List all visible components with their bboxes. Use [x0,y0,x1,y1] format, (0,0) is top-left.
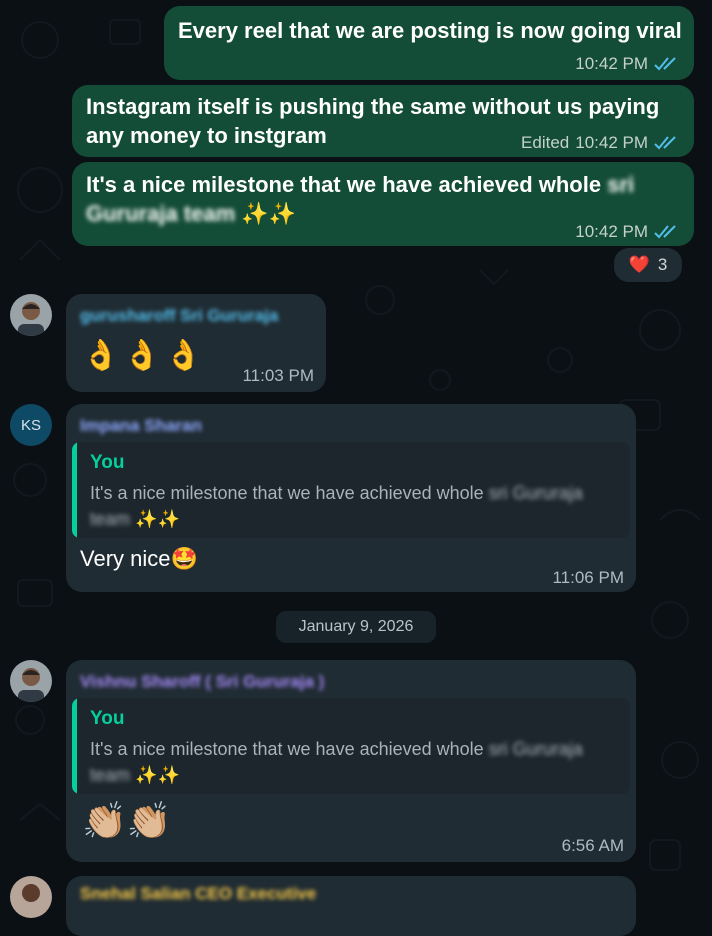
message-time: 10:42 PM [575,222,648,241]
sender-avatar[interactable] [10,294,52,336]
heart-reaction-icon: ❤️ [628,255,650,274]
quote-text-block: It's a nice milestone that we have achie… [90,736,616,788]
quote-text-block: It's a nice milestone that we have achie… [90,480,616,532]
quote-author: You [90,708,125,729]
message-time: 6:56 AM [561,836,624,855]
message-time: 10:42 PM [575,133,648,152]
incoming-message[interactable]: gurusharoff Sri Gururaja 👌👌👌 11:03 PM [66,294,326,392]
sender-name[interactable]: Impana Sharan [80,416,202,436]
double-check-icon [654,136,676,150]
ok-hand-emoji: 👌👌👌 [82,339,207,372]
message-text: It's a nice milestone that we have achie… [86,172,602,197]
incoming-message[interactable]: Vishnu Sharoff ( Sri Gururaja ) You It's… [66,660,636,862]
message-meta: Edited 10:42 PM [521,133,680,153]
sender-avatar[interactable] [10,876,52,918]
incoming-message[interactable]: Snehal Salian CEO Executive [66,876,636,936]
sender-name[interactable]: Snehal Salian CEO Executive [80,884,316,904]
incoming-message[interactable]: Impana Sharan You It's a nice milestone … [66,404,636,592]
quote-text: It's a nice milestone that we have achie… [90,483,484,503]
outgoing-message[interactable]: Every reel that we are posting is now go… [164,6,694,80]
quoted-message[interactable]: You It's a nice milestone that we have a… [72,698,630,794]
sender-name[interactable]: Vishnu Sharoff ( Sri Gururaja ) [80,672,324,692]
message-meta: 10:42 PM [575,54,680,74]
quote-accent-bar [72,442,77,538]
message-time: 10:42 PM [575,54,648,73]
double-check-icon [654,225,676,239]
quote-accent-bar [72,698,77,794]
sparkles-emoji: ✨✨ [241,201,297,226]
quoted-message[interactable]: You It's a nice milestone that we have a… [72,442,630,538]
message-text-block: It's a nice milestone that we have achie… [86,170,666,228]
quote-text: It's a nice milestone that we have achie… [90,739,484,759]
message-meta: 10:42 PM [575,222,680,242]
clapping-hands-emoji: 👏🏼👏🏼 [82,800,172,841]
sender-name[interactable]: gurusharoff Sri Gururaja [80,306,278,326]
sparkles-emoji: ✨✨ [135,765,180,785]
outgoing-message[interactable]: It's a nice milestone that we have achie… [72,162,694,246]
quote-author: You [90,452,125,473]
sender-avatar-initials[interactable]: KS [10,404,52,446]
edited-label: Edited [521,133,570,152]
message-text: Very nice🤩 [80,546,198,571]
reaction-badge[interactable]: ❤️ 3 [612,246,684,284]
sparkles-emoji: ✨✨ [135,509,180,529]
message-time: 11:03 PM [242,366,314,385]
sender-avatar[interactable] [10,660,52,702]
reaction-count: 3 [657,255,668,274]
message-text: Every reel that we are posting is now go… [178,18,682,43]
message-time: 11:06 PM [552,568,624,587]
outgoing-message[interactable]: Instagram itself is pushing the same wit… [72,85,694,157]
double-check-icon [654,57,676,71]
date-divider: January 9, 2026 [276,611,436,643]
